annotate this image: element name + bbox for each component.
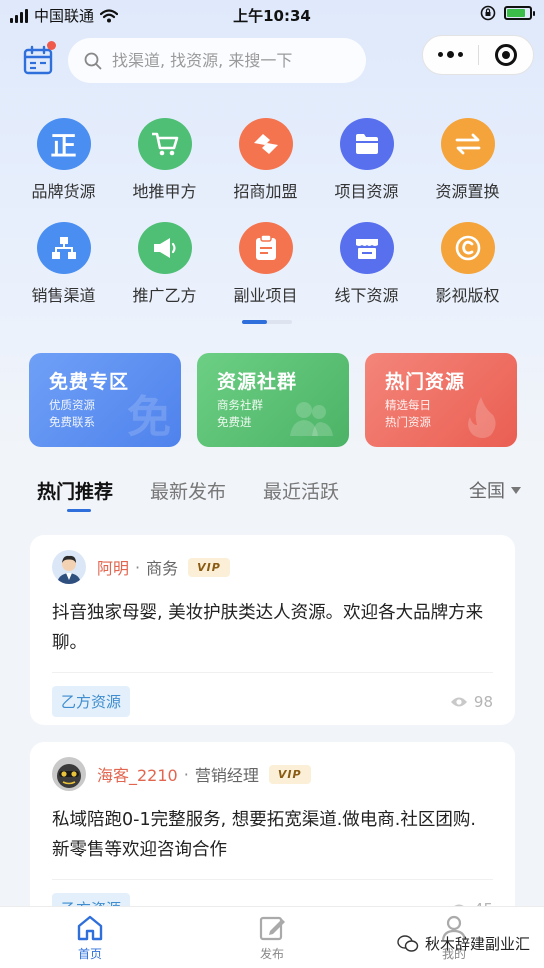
- promo-hot-resources[interactable]: 热门资源 精选每日 热门资源: [365, 353, 517, 447]
- wechat-icon: [397, 934, 419, 952]
- category-label: 品牌货源: [31, 182, 96, 201]
- status-bar: 中国联通 上午10:34: [0, 0, 544, 30]
- resource-tag[interactable]: 乙方资源: [52, 686, 131, 717]
- calendar-button[interactable]: [22, 41, 56, 76]
- nav-label: 发布: [259, 947, 284, 961]
- orientation-lock-icon: [480, 5, 496, 21]
- target-icon: [494, 44, 517, 66]
- tab-latest[interactable]: 最新发布: [150, 477, 226, 504]
- nav-home[interactable]: 首页: [50, 913, 130, 962]
- notification-dot: [47, 41, 56, 50]
- category-label: 副业项目: [233, 286, 298, 305]
- promo-watermark: 免: [127, 392, 171, 443]
- separator-dot: ·: [183, 764, 189, 784]
- shopping-cart-icon: [137, 118, 192, 170]
- watermark: 秋木辞建副业汇: [397, 933, 530, 954]
- user-role: 商务: [146, 559, 179, 578]
- category-promo-party[interactable]: 推广乙方: [114, 222, 215, 306]
- view-count: 98: [450, 693, 493, 711]
- page-indicator: [242, 320, 292, 324]
- search-input[interactable]: [112, 51, 342, 70]
- category-film-rights[interactable]: 影视版权: [417, 222, 518, 306]
- category-label: 地推甲方: [132, 182, 197, 201]
- region-selector[interactable]: 全国: [469, 477, 521, 503]
- exchange-icon: [440, 118, 495, 170]
- vip-badge: VIP: [188, 557, 230, 577]
- username[interactable]: 海客_2210: [97, 762, 178, 786]
- watermark-text: 秋木辞建副业汇: [424, 935, 530, 953]
- battery-icon: [504, 6, 535, 20]
- category-franchise[interactable]: 招商加盟: [215, 118, 316, 202]
- miniprogram-capsule: [422, 35, 534, 75]
- region-label: 全国: [469, 481, 505, 502]
- flame-icon: [468, 397, 496, 438]
- handshake-icon: [238, 118, 293, 170]
- clipboard-icon: [238, 222, 293, 274]
- store-icon: [339, 222, 394, 274]
- tab-recently-active[interactable]: 最近活跃: [263, 477, 339, 504]
- separator-dot: ·: [135, 557, 141, 577]
- nav-publish[interactable]: 发布: [232, 913, 312, 962]
- user-role: 营销经理: [194, 766, 259, 785]
- post-content: 私域陪跑0-1完整服务, 想要拓宽渠道.做电商.社区团购.新零售等欢迎咨询合作: [52, 810, 476, 860]
- close-miniprogram-button[interactable]: [478, 44, 533, 66]
- caret-down-icon: [511, 486, 521, 494]
- promo-title: 资源社群: [217, 371, 298, 393]
- search-bar[interactable]: [68, 38, 366, 83]
- promo-resource-group[interactable]: 资源社群 商务社群 免费进: [197, 353, 349, 447]
- category-offline[interactable]: 线下资源: [316, 222, 417, 306]
- category-exchange[interactable]: 资源置换: [417, 118, 518, 202]
- category-label: 销售渠道: [31, 286, 96, 305]
- category-ground-promo[interactable]: 地推甲方: [114, 118, 215, 202]
- eye-icon: [450, 697, 467, 706]
- more-menu-button[interactable]: [423, 51, 478, 58]
- post-card[interactable]: 阿明 · 商务 VIP 抖音独家母婴, 美妆护肤类达人资源。欢迎各大品牌方来聊。…: [30, 535, 515, 725]
- category-projects[interactable]: 项目资源: [316, 118, 417, 202]
- people-icon: [290, 402, 333, 436]
- folder-icon: [339, 118, 394, 170]
- post-content: 抖音独家母婴, 美妆护肤类达人资源。欢迎各大品牌方来聊。: [52, 603, 484, 653]
- search-icon: [84, 52, 102, 69]
- active-tab-indicator: [67, 509, 91, 512]
- feed-tabs: 热门推荐 最新发布 最近活跃 全国: [37, 477, 527, 517]
- megaphone-icon: [137, 222, 192, 274]
- bottom-tab-bar: 首页 发布 我的 秋木辞建副业汇: [0, 906, 544, 968]
- view-count-value: 98: [473, 692, 493, 711]
- home-icon: [77, 915, 103, 941]
- promo-free-zone[interactable]: 免费专区 优质资源 免费联系 免: [29, 353, 181, 447]
- avatar[interactable]: [52, 757, 86, 791]
- promo-title: 热门资源: [385, 371, 466, 393]
- vip-badge: VIP: [268, 764, 311, 784]
- category-side-projects[interactable]: 副业项目: [215, 222, 316, 306]
- category-label: 项目资源: [334, 182, 399, 201]
- avatar[interactable]: [52, 550, 86, 584]
- category-label: 影视版权: [435, 286, 500, 305]
- username[interactable]: 阿明: [97, 555, 129, 579]
- org-chart-icon: [36, 222, 91, 274]
- tab-hot-recommend[interactable]: 热门推荐: [37, 477, 113, 504]
- category-brand-supply[interactable]: 正 品牌货源: [13, 118, 114, 202]
- copyright-icon: [440, 222, 495, 274]
- category-grid: 正 品牌货源 地推甲方 招商加盟 项目资源 资源置换 销售渠道 推广乙方 副业项…: [13, 118, 531, 306]
- category-label: 招商加盟: [233, 182, 298, 201]
- edit-icon: [259, 916, 285, 941]
- nav-label: 首页: [77, 947, 102, 961]
- category-label: 资源置换: [435, 182, 500, 201]
- zheng-badge-icon: 正: [36, 118, 91, 170]
- category-label: 线下资源: [334, 286, 399, 305]
- category-sales-channel[interactable]: 销售渠道: [13, 222, 114, 306]
- status-time: 上午10:34: [233, 7, 311, 25]
- category-label: 推广乙方: [132, 286, 197, 305]
